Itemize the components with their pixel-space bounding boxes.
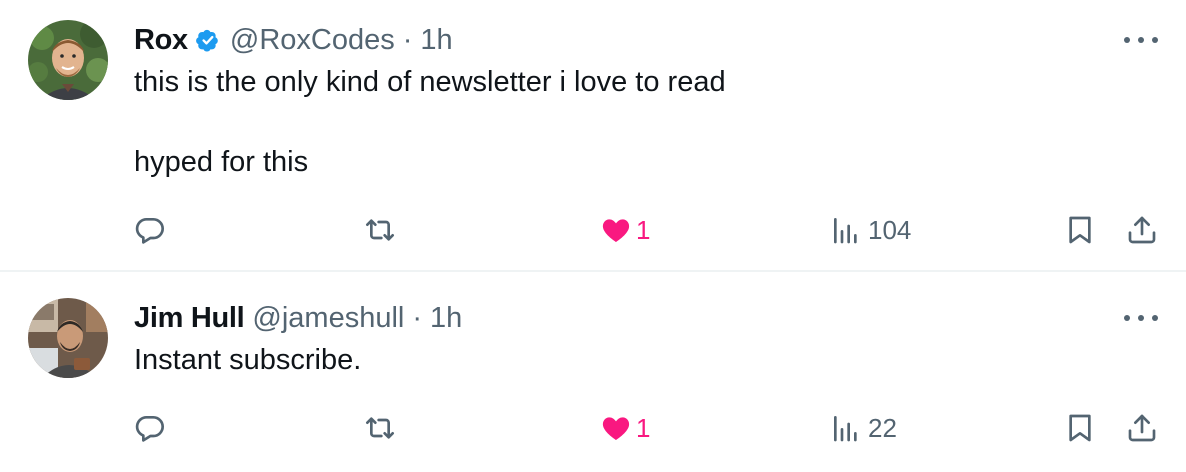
share-icon	[1128, 414, 1156, 442]
separator-dot: ·	[412, 301, 423, 334]
timestamp[interactable]: 1h	[420, 24, 452, 57]
views-icon	[834, 416, 857, 442]
heart-icon	[602, 417, 630, 440]
heart-icon	[602, 219, 630, 242]
view-count: 104	[868, 214, 912, 245]
user-handle[interactable]: @jameshull	[252, 302, 404, 335]
tweet-header: Rox @RoxCodes · 1h	[134, 20, 453, 60]
like-button[interactable]: 1	[600, 210, 650, 250]
bookmark-button[interactable]	[1064, 210, 1096, 250]
bookmark-icon	[1069, 414, 1091, 442]
views-button[interactable]: 22	[830, 408, 897, 448]
display-name[interactable]: Rox	[134, 24, 188, 57]
more-icon[interactable]	[1124, 308, 1158, 328]
views-button[interactable]: 104	[830, 210, 911, 250]
views-icon	[834, 218, 857, 244]
retweet-icon	[366, 219, 394, 241]
tweet-header: Jim Hull @jameshull · 1h	[134, 298, 462, 338]
retweet-button[interactable]	[364, 408, 396, 448]
action-bar: 1 104	[134, 210, 1160, 250]
view-count: 22	[868, 412, 897, 443]
retweet-button[interactable]	[364, 210, 396, 250]
tweet-text: Instant subscribe.	[134, 344, 362, 376]
avatar[interactable]	[28, 20, 108, 100]
retweet-icon	[366, 417, 394, 439]
tweet[interactable]: Rox @RoxCodes · 1h this is the only kind…	[0, 0, 1186, 272]
tweet-text: this is the only kind of newsletter i lo…	[134, 66, 726, 178]
like-button[interactable]: 1	[600, 408, 650, 448]
avatar[interactable]	[28, 298, 108, 378]
share-icon	[1128, 216, 1156, 244]
action-bar: 1 22	[134, 408, 1160, 448]
like-count: 1	[636, 214, 651, 245]
timestamp[interactable]: 1h	[430, 302, 462, 335]
tweet[interactable]: Jim Hull @jameshull · 1h Instant subscri…	[0, 272, 1186, 472]
share-button[interactable]	[1126, 408, 1158, 448]
verified-badge-icon	[194, 26, 222, 54]
bookmark-icon	[1069, 216, 1091, 244]
reply-button[interactable]	[134, 408, 166, 448]
like-count: 1	[636, 412, 651, 443]
reply-button[interactable]	[134, 210, 166, 250]
bookmark-button[interactable]	[1064, 408, 1096, 448]
reply-icon	[135, 217, 164, 244]
share-button[interactable]	[1126, 210, 1158, 250]
separator-dot: ·	[402, 23, 413, 56]
user-handle[interactable]: @RoxCodes	[230, 24, 395, 57]
reply-icon	[135, 415, 164, 442]
more-icon[interactable]	[1124, 30, 1158, 50]
display-name[interactable]: Jim Hull	[134, 302, 245, 335]
